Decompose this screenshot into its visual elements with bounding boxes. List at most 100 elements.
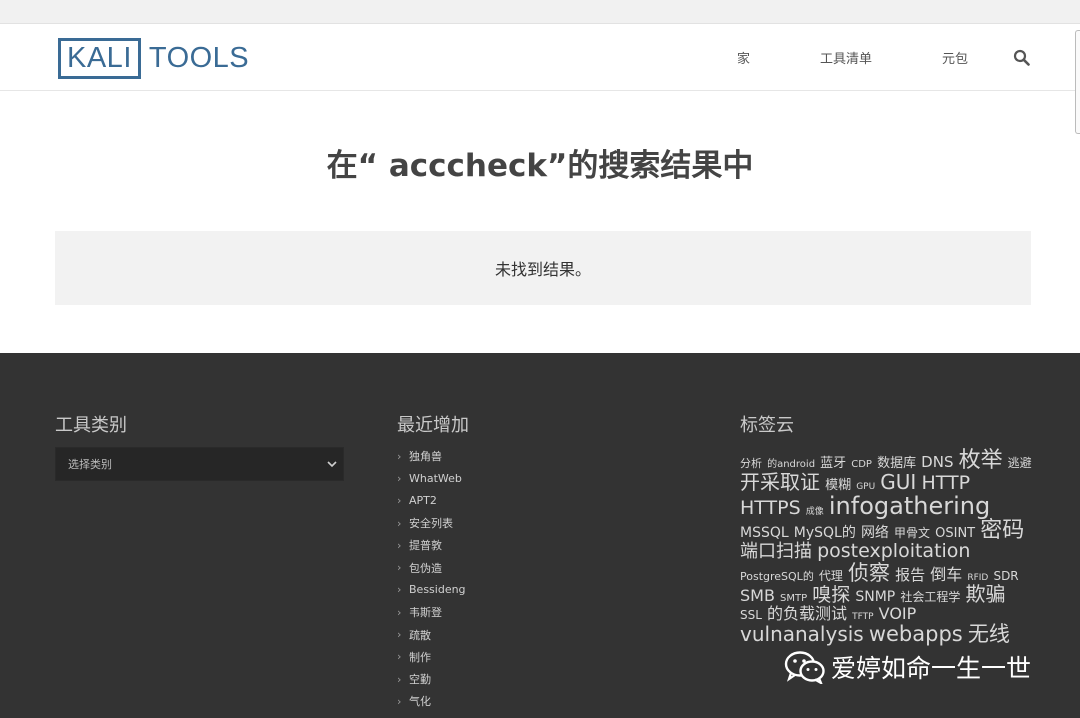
tag-link[interactable]: 逃避: [1008, 456, 1032, 470]
tag-link[interactable]: MySQL的: [794, 525, 856, 541]
recent-item[interactable]: › 韦斯登: [397, 601, 466, 623]
page-title: 在“ acccheck”的搜索结果中: [326, 148, 754, 184]
tag-link[interactable]: 成像: [806, 507, 824, 517]
chevron-down-icon: [327, 461, 337, 468]
tag-link[interactable]: 开采取证: [740, 470, 820, 494]
tag-link[interactable]: SMTP: [780, 593, 807, 605]
tag-link[interactable]: vulnanalysis: [740, 622, 864, 646]
wechat-icon: [784, 651, 825, 684]
tag-link[interactable]: 侦察: [848, 561, 890, 585]
browser-top-strip: [0, 0, 1080, 24]
tag-link[interactable]: 的android: [767, 459, 815, 470]
tag-link[interactable]: 嗅探: [812, 584, 850, 606]
tag-link[interactable]: GUI: [880, 470, 916, 494]
tag-link[interactable]: MSSQL: [740, 525, 789, 541]
tag-link[interactable]: HTTPS: [740, 497, 801, 519]
chevron-right-icon: ›: [397, 516, 402, 530]
tag-link[interactable]: 数据库: [877, 456, 916, 471]
recent-item[interactable]: › 独角兽: [397, 445, 466, 467]
search-icon[interactable]: [1013, 49, 1030, 66]
chevron-right-icon: ›: [397, 538, 402, 552]
recent-item-label[interactable]: 空勤: [409, 671, 431, 687]
kali-tools-logo[interactable]: KALI TOOLS: [58, 38, 249, 79]
recent-item-label[interactable]: 制作: [409, 649, 431, 665]
scrollbar-hint[interactable]: [1075, 30, 1080, 134]
logo-kali-box: KALI: [58, 38, 141, 79]
tag-link[interactable]: 倒车: [930, 565, 962, 584]
categories-heading: 工具类别: [55, 415, 127, 436]
tag-link[interactable]: infogathering: [829, 492, 990, 520]
recent-item-label[interactable]: 气化: [409, 693, 431, 709]
recent-item-label[interactable]: 疏散: [409, 627, 431, 643]
tag-link[interactable]: OSINT: [935, 526, 975, 541]
tag-link[interactable]: HTTP: [921, 472, 970, 494]
tag-link[interactable]: SMB: [740, 586, 775, 605]
recent-item-label[interactable]: 安全列表: [409, 515, 453, 531]
recent-item[interactable]: › 安全列表: [397, 512, 466, 534]
chevron-right-icon: ›: [397, 694, 402, 708]
chevron-right-icon: ›: [397, 494, 402, 508]
tag-link[interactable]: SNMP: [855, 589, 895, 605]
nav-metapackages[interactable]: 元包: [942, 48, 968, 67]
chevron-right-icon: ›: [397, 672, 402, 686]
tag-link[interactable]: 社会工程学: [900, 590, 960, 604]
tag-link[interactable]: DNS: [921, 453, 953, 471]
recent-item-label[interactable]: 提普敦: [409, 537, 442, 553]
tag-link[interactable]: GPU: [856, 482, 875, 492]
tag-link[interactable]: 密码: [980, 518, 1024, 543]
logo-right-text: TOOLS: [148, 42, 250, 74]
recent-item-label[interactable]: 独角兽: [409, 448, 442, 464]
recent-item[interactable]: › 空勤: [397, 668, 466, 690]
recent-item-label[interactable]: APT2: [409, 494, 437, 507]
watermark: 爱婷如命一生一世: [783, 649, 1031, 685]
chevron-right-icon: ›: [397, 650, 402, 664]
site-header: KALI TOOLS 家 工具清单 元包: [0, 24, 1080, 91]
recent-item-label[interactable]: 包伪造: [409, 560, 442, 576]
recent-item-label[interactable]: WhatWeb: [409, 472, 462, 485]
tag-link[interactable]: CDP: [851, 459, 872, 470]
nav-tools-list[interactable]: 工具清单: [820, 48, 872, 67]
tag-cloud: 分析 的android 蓝牙 CDP 数据库 DNS 枚举 逃避 开采取证 模糊…: [740, 449, 1032, 645]
tag-link[interactable]: SDR: [993, 569, 1018, 583]
tag-link[interactable]: PostgreSQL的: [740, 570, 814, 583]
chevron-right-icon: ›: [397, 561, 402, 575]
tag-link[interactable]: 的负载测试: [767, 604, 847, 623]
recent-heading: 最近增加: [397, 415, 469, 436]
nav-home[interactable]: 家: [737, 48, 750, 67]
recent-item-label[interactable]: 韦斯登: [409, 604, 442, 620]
tag-link[interactable]: 代理: [819, 569, 843, 583]
tag-link[interactable]: 甲骨文: [894, 526, 930, 540]
tag-link[interactable]: 模糊: [825, 478, 851, 493]
site-footer: 工具类别 选择类别 最近增加 › 独角兽 › WhatWeb › APT2 › 安全列表 › 提普…: [0, 353, 1080, 718]
no-results-text: 未找到结果。: [494, 260, 591, 279]
tag-link[interactable]: 无线: [968, 622, 1010, 646]
recent-item[interactable]: › 疏散: [397, 623, 466, 645]
tag-link[interactable]: 枚举: [959, 448, 1003, 473]
tag-link[interactable]: TFTP: [852, 612, 873, 622]
tag-link[interactable]: 报告: [895, 566, 925, 584]
chevron-right-icon: ›: [397, 583, 402, 597]
recent-item[interactable]: › Bessideng: [397, 579, 466, 601]
recent-item-label[interactable]: Bessideng: [409, 583, 466, 596]
watermark-text: 爱婷如命一生一世: [831, 654, 1032, 683]
tag-link[interactable]: 网络: [861, 525, 889, 541]
recent-item[interactable]: › 提普敦: [397, 534, 466, 556]
tag-link[interactable]: 蓝牙: [820, 456, 846, 471]
tag-link[interactable]: VOIP: [879, 604, 917, 623]
tag-link[interactable]: SSL: [740, 608, 762, 622]
recent-item[interactable]: › 气化: [397, 690, 466, 712]
chevron-right-icon: ›: [397, 628, 402, 642]
tag-link[interactable]: 端口扫描: [740, 541, 812, 562]
chevron-right-icon: ›: [397, 449, 402, 463]
tag-link[interactable]: 分析: [740, 457, 762, 470]
chevron-right-icon: ›: [397, 605, 402, 619]
recent-item[interactable]: › 制作: [397, 646, 466, 668]
recent-item[interactable]: › WhatWeb: [397, 467, 466, 489]
tags-heading: 标签云: [740, 415, 794, 436]
tag-link[interactable]: postexploitation: [817, 540, 970, 562]
category-select[interactable]: 选择类别: [55, 447, 344, 481]
tag-link[interactable]: webapps: [869, 622, 963, 646]
tag-link[interactable]: 欺骗: [965, 582, 1005, 606]
recent-item[interactable]: › 包伪造: [397, 556, 466, 578]
recent-item[interactable]: › APT2: [397, 490, 466, 512]
